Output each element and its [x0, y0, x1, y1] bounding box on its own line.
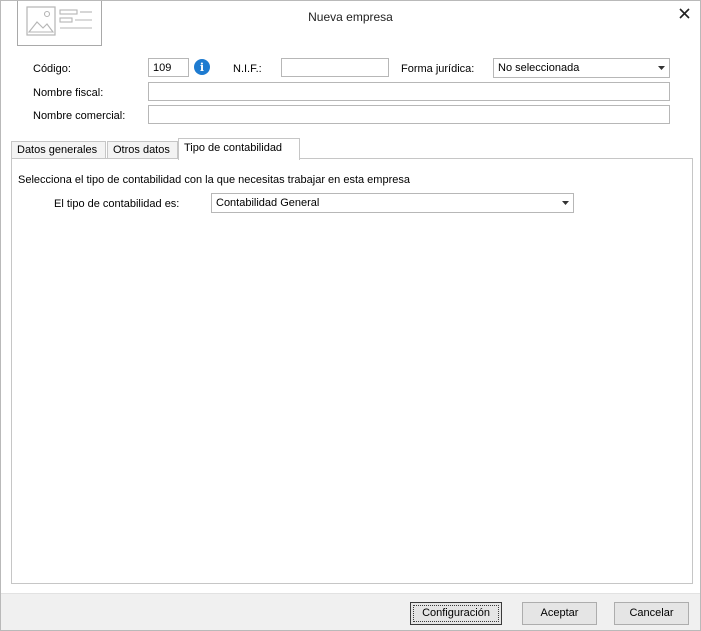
forma-juridica-label: Forma jurídica: — [401, 63, 475, 75]
tipo-contabilidad-select[interactable]: Contabilidad General — [211, 193, 574, 213]
configuracion-button-label: Configuración — [413, 605, 499, 622]
nombre-comercial-label: Nombre comercial: — [33, 110, 126, 122]
tab-otros-datos[interactable]: Otros datos — [107, 141, 178, 159]
info-icon[interactable]: i — [194, 59, 210, 75]
nombre-fiscal-field[interactable] — [148, 82, 670, 101]
footer-bar: Configuración Aceptar Cancelar — [1, 593, 700, 630]
nombre-comercial-field[interactable] — [148, 105, 670, 124]
tab-datos-generales[interactable]: Datos generales — [11, 141, 106, 159]
dialog-window: Nueva empresa Código: i N.I.F.: Forma ju… — [0, 0, 701, 631]
close-icon — [678, 7, 690, 19]
nombre-fiscal-label: Nombre fiscal: — [33, 87, 104, 99]
close-button[interactable] — [672, 3, 696, 23]
codigo-label: Código: — [33, 63, 71, 75]
title-bar: Nueva empresa — [1, 1, 700, 41]
forma-juridica-select[interactable]: No seleccionada — [493, 58, 670, 78]
dropdown-arrow-icon — [557, 194, 573, 212]
tipo-contabilidad-value: Contabilidad General — [216, 197, 320, 209]
configuracion-button[interactable]: Configuración — [410, 602, 502, 625]
codigo-field[interactable] — [148, 58, 189, 77]
company-logo-placeholder[interactable] — [17, 1, 102, 46]
forma-juridica-value: No seleccionada — [498, 62, 580, 74]
aceptar-button[interactable]: Aceptar — [522, 602, 597, 625]
panel-description: Selecciona el tipo de contabilidad con l… — [18, 174, 410, 186]
nif-field[interactable] — [281, 58, 389, 77]
tab-panel: Selecciona el tipo de contabilidad con l… — [11, 158, 693, 584]
tipo-contabilidad-label: El tipo de contabilidad es: — [54, 198, 180, 210]
window-title: Nueva empresa — [308, 10, 393, 24]
image-placeholder-icon — [26, 6, 92, 36]
cancelar-button[interactable]: Cancelar — [614, 602, 689, 625]
dropdown-arrow-icon — [653, 59, 669, 77]
nif-label: N.I.F.: — [233, 63, 262, 75]
tab-tipo-contabilidad[interactable]: Tipo de contabilidad — [178, 138, 300, 160]
